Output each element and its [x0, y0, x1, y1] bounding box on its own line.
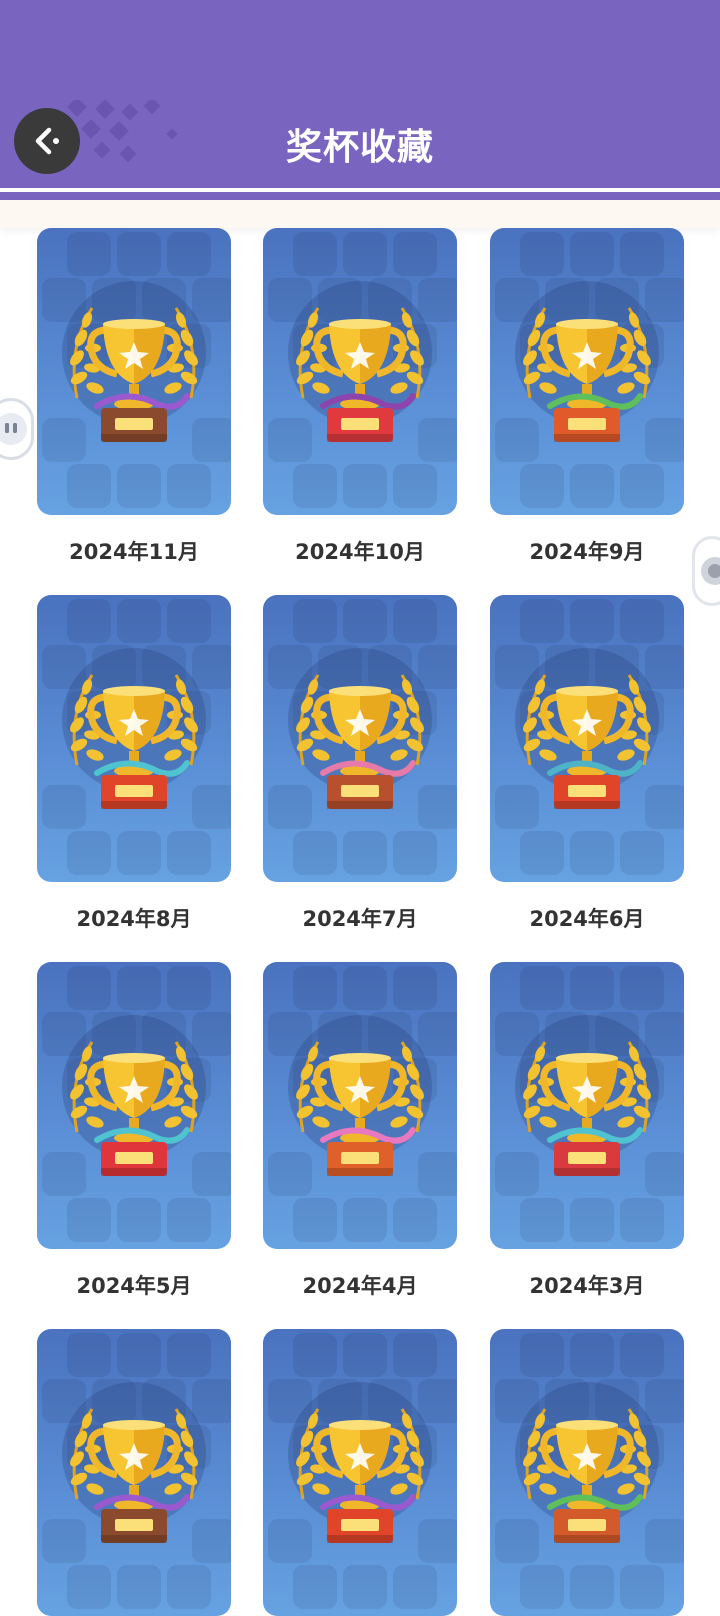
trophy-card[interactable]: [490, 595, 684, 882]
trophy-icon: [288, 1015, 432, 1176]
trophy-icon: [62, 1015, 206, 1176]
trophy-date-label: 2024年9月: [529, 540, 645, 564]
trophy-icon: [515, 648, 659, 809]
trophy-date-label: 2024年11月: [69, 540, 199, 564]
trophy-card[interactable]: [37, 228, 231, 515]
trophy-icon: [62, 648, 206, 809]
trophy-date-label: 2024年5月: [76, 1274, 192, 1298]
trophy-date-label: 2024年7月: [302, 907, 418, 931]
pause-float-icon: [0, 413, 27, 445]
trophy-date-label: 2024年4月: [302, 1274, 418, 1298]
trophy-icon: [515, 281, 659, 442]
trophy-icon: [62, 281, 206, 442]
trophy-icon: [515, 1382, 659, 1543]
trophy-date-label: 2024年10月: [295, 540, 425, 564]
trophy-card[interactable]: [37, 1329, 231, 1616]
trophy-card[interactable]: [263, 962, 457, 1249]
trophy-icon: [515, 1015, 659, 1176]
trophy-card[interactable]: [263, 1329, 457, 1616]
trophy-card[interactable]: [490, 962, 684, 1249]
trophy-icon: [288, 281, 432, 442]
float-widget-right[interactable]: [692, 536, 720, 606]
trophy-icon: [288, 648, 432, 809]
trophy-card[interactable]: [263, 595, 457, 882]
trophy-card[interactable]: [490, 228, 684, 515]
float-widget-left[interactable]: [0, 398, 34, 460]
trophy-date-label: 2024年6月: [529, 907, 645, 931]
trophy-card[interactable]: [37, 962, 231, 1249]
trophy-icon: [62, 1382, 206, 1543]
trophy-card[interactable]: [37, 595, 231, 882]
trophy-icon: [288, 1382, 432, 1543]
trophy-date-label: 2024年8月: [76, 907, 192, 931]
trophy-grid: 2024年11月 2024年10月 2024年9月 2024年8月 2024年7…: [0, 0, 720, 1616]
trophy-card[interactable]: [263, 228, 457, 515]
float-assistant-icon: [701, 557, 720, 585]
trophy-card[interactable]: [490, 1329, 684, 1616]
trophy-date-label: 2024年3月: [529, 1274, 645, 1298]
